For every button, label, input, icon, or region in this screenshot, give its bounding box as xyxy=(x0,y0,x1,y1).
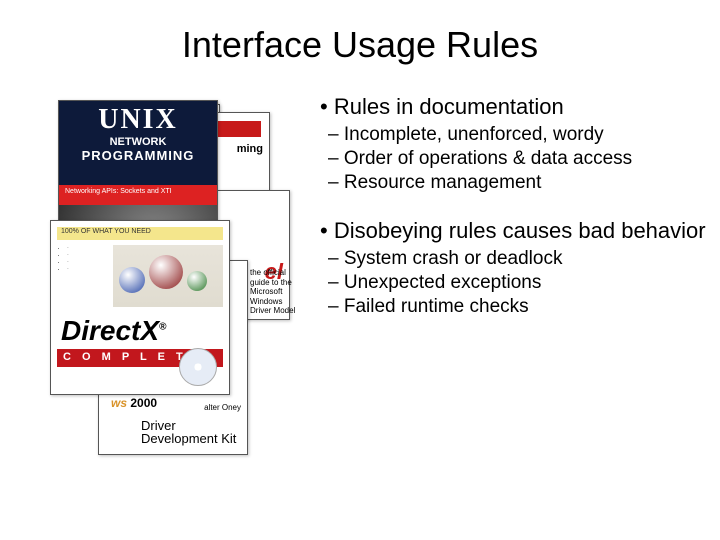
bullet-disobey: • Disobeying rules causes bad behavior xyxy=(320,218,708,244)
book-unix-header: UNIX NETWORK PROGRAMMING xyxy=(59,101,217,185)
book-fragment-ming: ming xyxy=(237,143,263,155)
content-area: ming ws el Microsoft the official guide … xyxy=(0,82,720,458)
bullet-rules-resource: – Resource management xyxy=(328,172,708,194)
book-ddk-title: Driver Development Kit xyxy=(141,419,236,446)
book-ddk-ws: ws 2000 xyxy=(111,396,157,410)
bullet-rules-order: – Order of operations & data access xyxy=(328,148,708,170)
book-unix-sub1: NETWORK xyxy=(59,136,217,148)
book-stack-graphic: ming ws el Microsoft the official guide … xyxy=(40,90,290,450)
book-dx-artwork xyxy=(113,245,223,307)
bullet-disobey-exceptions: – Unexpected exceptions xyxy=(328,272,708,294)
book-unix-band: Networking APIs: Sockets and XTI xyxy=(59,185,217,205)
bullet-disobey-crash: – System crash or deadlock xyxy=(328,248,708,270)
book-directx: 100% OF WHAT YOU NEED ···· DirectX® C O … xyxy=(50,220,230,395)
bullet-rules: • Rules in documentation xyxy=(320,94,708,120)
bullet-rules-incomplete: – Incomplete, unenforced, wordy xyxy=(328,124,708,146)
book-dx-topbar: 100% OF WHAT YOU NEED xyxy=(57,227,223,240)
bullet-column: • Rules in documentation – Incomplete, u… xyxy=(290,90,708,450)
book-unix-sub2: PROGRAMMING xyxy=(59,148,217,163)
book-ddk-author: alter Oney xyxy=(204,403,241,412)
book-dx-title: DirectX® xyxy=(61,315,219,347)
bullet-disobey-checks: – Failed runtime checks xyxy=(328,296,708,318)
book-unix-title: UNIX xyxy=(59,101,217,136)
book-official-caption: the official guide to the Microsoft Wind… xyxy=(250,268,300,316)
cd-icon xyxy=(179,348,217,386)
slide-title: Interface Usage Rules xyxy=(0,0,720,82)
